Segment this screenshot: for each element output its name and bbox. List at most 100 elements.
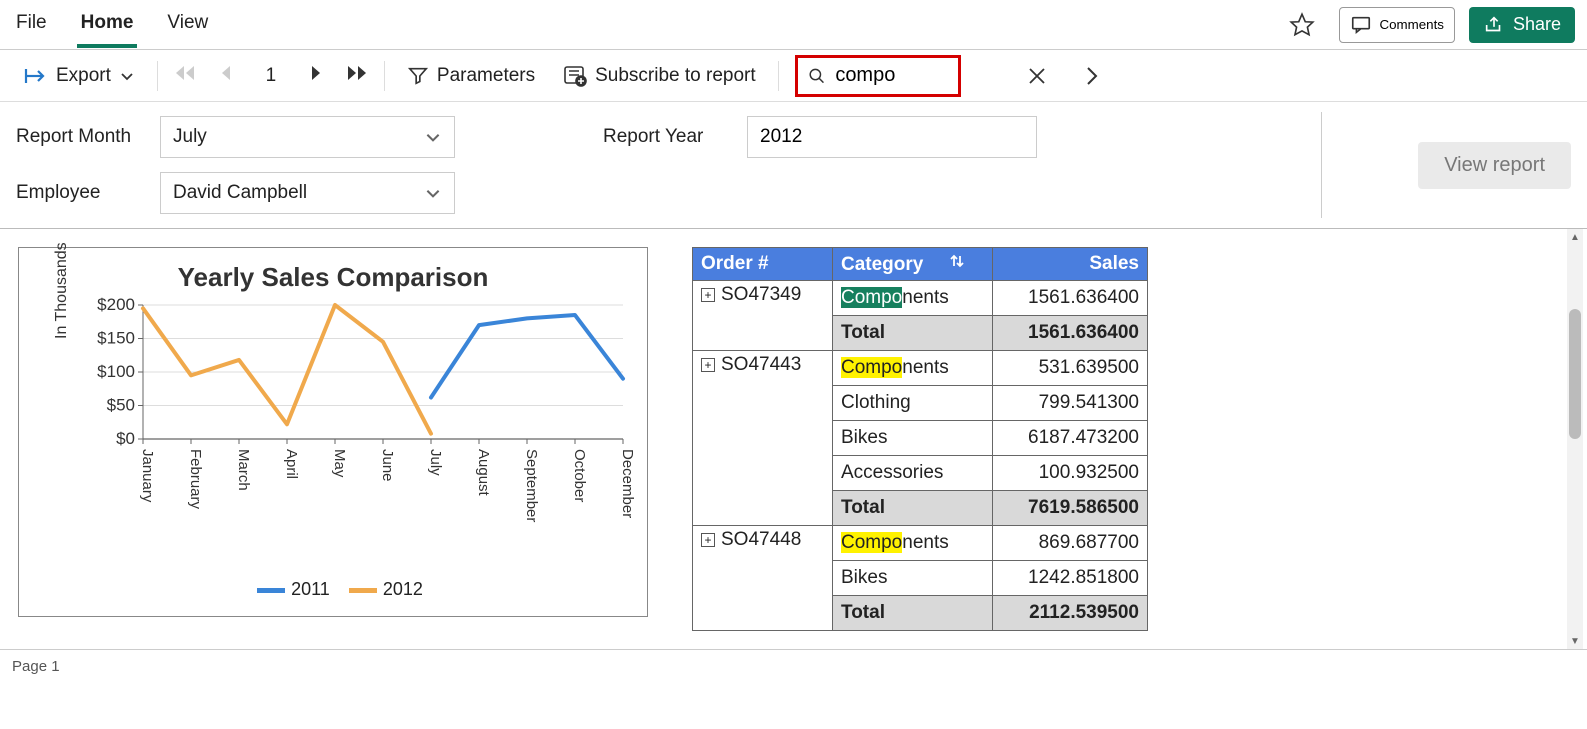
scrollbar[interactable]: ▲ ▼ xyxy=(1567,229,1583,649)
parameters-button[interactable]: Parameters xyxy=(401,61,541,91)
last-page-button[interactable] xyxy=(346,64,368,87)
expand-icon[interactable]: + xyxy=(701,288,715,302)
chart-panel: Yearly Sales Comparison In Thousands $0$… xyxy=(18,247,648,617)
last-icon xyxy=(346,64,368,82)
expand-icon[interactable]: + xyxy=(701,358,715,372)
next-icon xyxy=(310,64,322,82)
chevron-down-icon xyxy=(119,68,135,84)
svg-text:$0: $0 xyxy=(116,429,135,448)
svg-text:December: December xyxy=(619,449,636,518)
sales-cell: 531.639500 xyxy=(993,351,1148,386)
star-outline-icon xyxy=(1289,12,1315,38)
first-page-button[interactable] xyxy=(174,64,196,87)
param-year-input[interactable] xyxy=(747,116,1037,158)
svg-text:July: July xyxy=(427,449,444,476)
sort-icon[interactable] xyxy=(949,254,965,275)
sales-cell: 2112.539500 xyxy=(993,596,1148,631)
favorite-button[interactable] xyxy=(1279,8,1325,42)
svg-text:February: February xyxy=(187,449,204,510)
subscribe-button[interactable]: Subscribe to report xyxy=(557,61,762,91)
line-chart: $0$50$100$150$200JanuaryFebruaryMarchApr… xyxy=(93,299,633,459)
col-category[interactable]: Category xyxy=(833,248,993,281)
scroll-thumb[interactable] xyxy=(1569,309,1581,439)
param-employee-select[interactable]: David Campbell xyxy=(160,172,455,214)
category-cell: Components xyxy=(833,351,993,386)
funnel-icon xyxy=(407,65,429,87)
chart-title: Yearly Sales Comparison xyxy=(39,262,627,293)
order-cell[interactable]: +SO47349 xyxy=(693,281,833,351)
search-input[interactable] xyxy=(835,64,947,87)
tab-home[interactable]: Home xyxy=(77,2,138,48)
param-month-value: July xyxy=(173,126,207,148)
param-month-select[interactable]: July xyxy=(160,116,455,158)
view-report-button[interactable]: View report xyxy=(1418,142,1571,189)
category-cell: Bikes xyxy=(833,421,993,456)
prev-page-button[interactable] xyxy=(220,64,232,87)
comment-icon xyxy=(1350,14,1372,36)
svg-text:August: August xyxy=(475,449,492,497)
scroll-down-button[interactable]: ▼ xyxy=(1567,633,1583,649)
separator xyxy=(1321,112,1322,218)
separator xyxy=(778,61,779,91)
svg-text:$50: $50 xyxy=(107,396,135,415)
first-icon xyxy=(174,64,196,82)
page-number: 1 xyxy=(256,65,286,87)
comments-button[interactable]: Comments xyxy=(1339,7,1455,43)
export-label: Export xyxy=(56,65,111,87)
category-cell: Total xyxy=(833,596,993,631)
sales-cell: 799.541300 xyxy=(993,386,1148,421)
separator xyxy=(157,61,158,91)
subscribe-label: Subscribe to report xyxy=(595,65,756,87)
clear-search-button[interactable] xyxy=(1017,62,1057,90)
scroll-up-button[interactable]: ▲ xyxy=(1567,229,1583,245)
svg-text:May: May xyxy=(331,449,348,478)
sales-cell: 1561.636400 xyxy=(993,316,1148,351)
param-employee-label: Employee xyxy=(16,182,144,204)
next-page-button[interactable] xyxy=(310,64,322,87)
svg-text:October: October xyxy=(571,449,588,502)
tab-view[interactable]: View xyxy=(163,2,212,48)
col-sales[interactable]: Sales xyxy=(993,248,1148,281)
sales-cell: 7619.586500 xyxy=(993,491,1148,526)
sales-cell: 1242.851800 xyxy=(993,561,1148,596)
svg-text:June: June xyxy=(379,449,396,482)
table-row: +SO47443Components531.639500 xyxy=(693,351,1148,386)
svg-text:March: March xyxy=(235,449,252,491)
category-cell: Components xyxy=(833,526,993,561)
subscribe-icon xyxy=(563,65,587,87)
find-next-button[interactable] xyxy=(1073,61,1111,91)
sales-cell: 1561.636400 xyxy=(993,281,1148,316)
category-cell: Total xyxy=(833,316,993,351)
category-cell: Total xyxy=(833,491,993,526)
share-button[interactable]: Share xyxy=(1469,7,1575,43)
tab-file[interactable]: File xyxy=(12,2,51,48)
category-cell: Clothing xyxy=(833,386,993,421)
sales-cell: 6187.473200 xyxy=(993,421,1148,456)
order-cell[interactable]: +SO47448 xyxy=(693,526,833,631)
export-button[interactable]: Export xyxy=(18,61,141,91)
chart-legend: 2011 2012 xyxy=(39,579,627,600)
comments-label: Comments xyxy=(1380,17,1444,32)
col-order[interactable]: Order # xyxy=(693,248,833,281)
svg-text:$200: $200 xyxy=(97,295,135,314)
report-table: Order # Category Sales +SO47349Component… xyxy=(692,247,1148,631)
expand-icon[interactable]: + xyxy=(701,533,715,547)
separator xyxy=(384,61,385,91)
search-box[interactable] xyxy=(795,55,961,97)
chevron-down-icon xyxy=(424,128,442,146)
share-label: Share xyxy=(1513,14,1561,35)
legend-swatch-2011 xyxy=(257,588,285,593)
col-category-label: Category xyxy=(841,254,923,275)
sales-cell: 100.932500 xyxy=(993,456,1148,491)
chevron-down-icon xyxy=(424,184,442,202)
y-axis-label: In Thousands xyxy=(53,242,71,339)
export-icon xyxy=(24,66,48,86)
parameters-label: Parameters xyxy=(437,65,535,87)
footer-page: Page 1 xyxy=(12,658,60,675)
search-icon xyxy=(808,65,826,87)
svg-text:$150: $150 xyxy=(97,329,135,348)
table-row: +SO47448Components869.687700 xyxy=(693,526,1148,561)
legend-swatch-2012 xyxy=(349,588,377,593)
order-cell[interactable]: +SO47443 xyxy=(693,351,833,526)
category-cell: Bikes xyxy=(833,561,993,596)
